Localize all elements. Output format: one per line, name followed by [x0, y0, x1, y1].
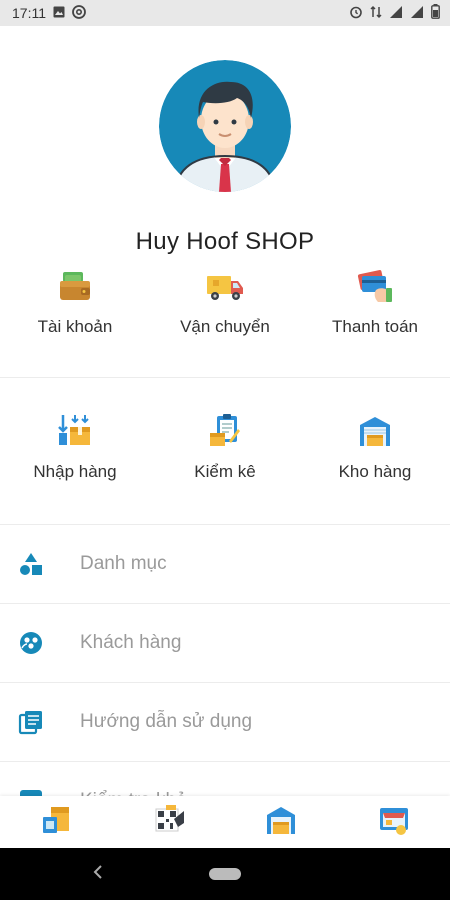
grid-label: Kho hàng [338, 462, 412, 481]
grid-item-import[interactable]: Nhập hàng [0, 413, 150, 482]
grid-label: Tài khoản [37, 317, 113, 336]
nav-scanner-button[interactable] [113, 796, 225, 848]
profile-header: Huy Hoof SHOP [0, 26, 450, 255]
grid-item-payment[interactable]: Thanh toán [300, 268, 450, 337]
delivery-truck-icon [205, 268, 245, 304]
warehouse-icon [357, 413, 393, 449]
at-sign-icon [72, 4, 86, 22]
grid-label: Kiểm kê [194, 462, 256, 481]
data-transfer-icon [370, 5, 382, 22]
clock-time: 17:11 [12, 5, 46, 21]
grid-label: Thanh toán [331, 317, 418, 336]
payment-card-icon [356, 268, 394, 304]
grid-label: Nhập hàng [33, 462, 117, 481]
menu-item-customers[interactable]: Khách hàng [0, 604, 450, 682]
grid-item-warehouse[interactable]: Kho hàng [300, 413, 450, 482]
status-bar: 17:11 [0, 0, 450, 26]
home-pill-button[interactable] [209, 868, 241, 880]
guide-book-icon [18, 709, 44, 735]
system-navigation-bar [0, 848, 450, 900]
grid-label: Vận chuyển [180, 317, 270, 336]
quick-actions-row-2: Nhập hàng Kiểm kê Kho hàng [0, 413, 450, 482]
warehouse-icon [264, 803, 298, 842]
nav-warehouse-button[interactable] [225, 796, 337, 848]
status-bar-right [349, 4, 440, 22]
wallet-icon [57, 268, 93, 304]
grid-item-shipping[interactable]: Vận chuyển [150, 268, 300, 337]
barcode-scanner-icon [152, 803, 186, 842]
nav-orders-button[interactable] [0, 796, 112, 848]
menu-item-label: Danh mục [80, 553, 167, 574]
image-icon [53, 5, 65, 21]
back-icon[interactable] [88, 862, 108, 886]
divider [0, 377, 450, 378]
bottom-navigation [0, 796, 450, 848]
shapes-icon [18, 551, 44, 577]
grid-item-account[interactable]: Tài khoản [0, 268, 150, 337]
battery-icon [431, 4, 440, 22]
store-icon [377, 803, 411, 842]
orders-icon [39, 803, 73, 842]
menu-item-label: Hướng dẫn sử dụng [80, 711, 253, 732]
inventory-clipboard-icon [207, 413, 243, 449]
nav-store-button[interactable] [338, 796, 450, 848]
signal-icon [389, 5, 403, 22]
quick-actions-row-1: Tài khoản Vận chuyển Thanh toán [0, 268, 450, 337]
customers-icon [18, 630, 44, 656]
menu-item-label: Khách hàng [80, 632, 182, 653]
user-avatar-icon[interactable] [159, 60, 291, 192]
signal-icon [410, 5, 424, 22]
status-bar-left: 17:11 [12, 4, 86, 22]
import-goods-icon [56, 413, 94, 449]
shop-name: Huy Hoof SHOP [135, 228, 315, 255]
menu-item-categories[interactable]: Danh mục [0, 525, 450, 603]
alarm-icon [349, 5, 363, 22]
grid-item-stocktake[interactable]: Kiểm kê [150, 413, 300, 482]
menu-item-user-guide[interactable]: Hướng dẫn sử dụng [0, 683, 450, 761]
